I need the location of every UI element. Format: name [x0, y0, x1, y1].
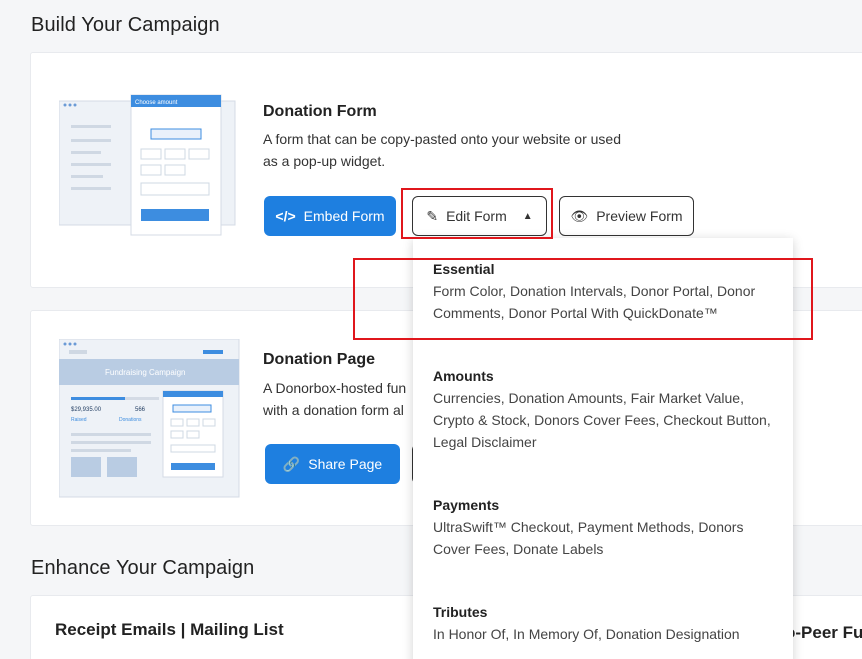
receipt-emails-title: Receipt Emails | Mailing List	[55, 620, 284, 639]
pencil-icon: ✎	[426, 207, 439, 224]
caret-up-icon: ▲	[522, 210, 533, 222]
edit-form-dropdown: Essential Form Color, Donation Intervals…	[413, 238, 793, 659]
donation-page-description: A Donorbox-hosted fun with a donation fo…	[263, 380, 407, 418]
preview-form-button[interactable]: 👁 Preview Form	[559, 196, 694, 236]
link-icon: 🔗	[282, 455, 301, 472]
share-page-button[interactable]: 🔗 Share Page	[265, 444, 400, 484]
illustration-donations: Donations	[119, 417, 142, 423]
dropdown-group-tributes-items[interactable]: In Honor Of, In Memory Of, Donation Desi…	[433, 623, 778, 645]
donation-page-illustration: Fundraising Campaign $29,935.00 566 Rais…	[59, 339, 240, 498]
dropdown-group-payments-title[interactable]: Payments	[433, 497, 499, 513]
donation-form-description: A form that can be copy-pasted onto your…	[263, 131, 621, 169]
dropdown-group-amounts-title[interactable]: Amounts	[433, 368, 494, 384]
illustration-choose-amount: Choose amount	[135, 100, 178, 106]
peer-to-peer-title: o-Peer Fu	[785, 623, 862, 642]
illustration-banner: Fundraising Campaign	[105, 368, 186, 377]
embed-form-button[interactable]: </> Embed Form	[264, 196, 396, 236]
dropdown-group-tributes-title[interactable]: Tributes	[433, 604, 487, 620]
edit-form-button[interactable]: ✎ Edit Form ▲	[412, 196, 547, 236]
dropdown-group-essential-items[interactable]: Form Color, Donation Intervals, Donor Po…	[433, 280, 778, 324]
illustration-raised: Raised	[71, 417, 87, 423]
build-campaign-heading: Build Your Campaign	[31, 14, 220, 36]
enhance-campaign-heading: Enhance Your Campaign	[31, 557, 255, 579]
donation-form-illustration: Choose amount	[59, 94, 236, 236]
donation-page-title: Donation Page	[263, 351, 376, 368]
dropdown-group-amounts-items[interactable]: Currencies, Donation Amounts, Fair Marke…	[433, 387, 778, 453]
donation-form-title: Donation Form	[263, 103, 377, 120]
dropdown-group-payments-items[interactable]: UltraSwift™ Checkout, Payment Methods, D…	[433, 516, 778, 560]
illustration-count: 566	[135, 407, 146, 413]
dropdown-group-essential-title[interactable]: Essential	[433, 261, 494, 277]
eye-icon: 👁	[570, 207, 589, 224]
code-icon: </>	[275, 208, 296, 224]
illustration-amount: $29,935.00	[71, 407, 102, 413]
